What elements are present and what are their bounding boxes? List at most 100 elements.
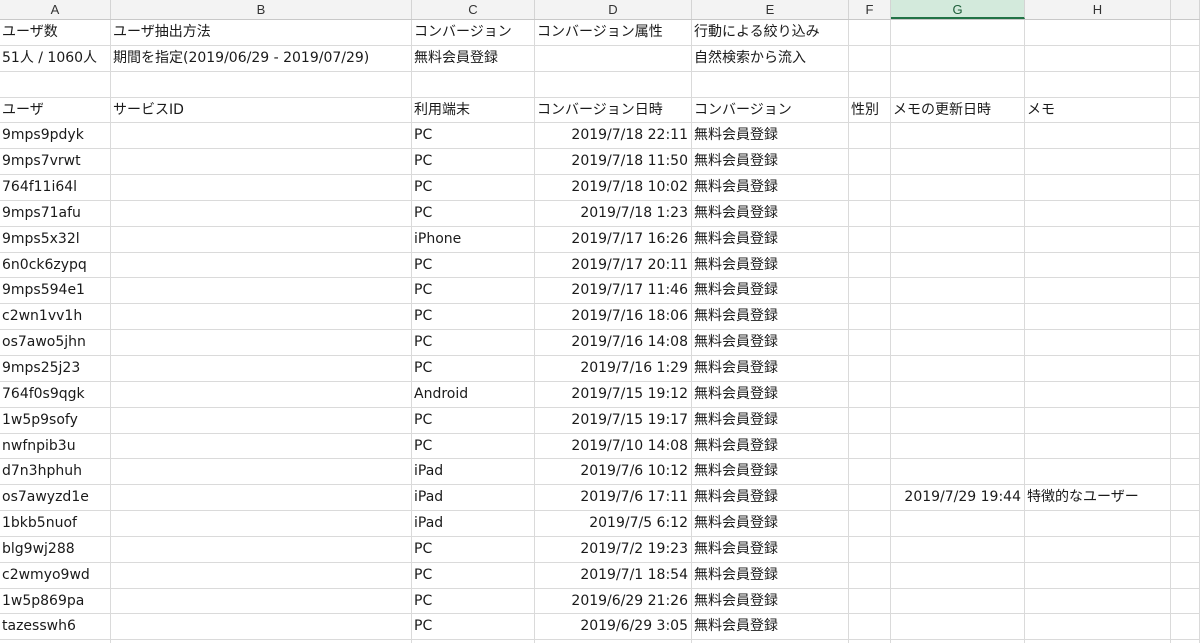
cell[interactable] bbox=[111, 459, 412, 486]
cell[interactable] bbox=[849, 511, 891, 537]
cell[interactable] bbox=[891, 278, 1025, 305]
column-header-e[interactable]: E bbox=[692, 0, 849, 19]
cell[interactable]: 無料会員登録 bbox=[412, 45, 535, 72]
cell[interactable]: 無料会員登録 bbox=[692, 175, 849, 201]
cell[interactable]: d7n3hphuh bbox=[0, 459, 111, 486]
cell[interactable] bbox=[1171, 511, 1200, 537]
cell[interactable] bbox=[1171, 123, 1200, 150]
cell[interactable] bbox=[111, 536, 412, 563]
cell[interactable]: 特徴的なユーザー bbox=[1025, 485, 1171, 512]
cell[interactable] bbox=[891, 562, 1025, 589]
cell[interactable]: 期間を指定(2019/06/29 - 2019/07/29) bbox=[111, 45, 412, 72]
cell[interactable] bbox=[1171, 381, 1200, 408]
cell[interactable] bbox=[891, 20, 1025, 46]
cell[interactable]: コンバージョン bbox=[692, 97, 849, 124]
cell[interactable]: 2019/7/29 19:44 bbox=[891, 485, 1025, 512]
cell[interactable]: 9mps25j23 bbox=[0, 355, 111, 382]
cell[interactable] bbox=[849, 485, 891, 512]
cell[interactable] bbox=[891, 511, 1025, 537]
cell[interactable]: 無料会員登録 bbox=[692, 614, 849, 641]
cell[interactable] bbox=[891, 433, 1025, 460]
cell[interactable]: 2019/7/17 20:11 bbox=[535, 252, 692, 279]
cell[interactable]: 無料会員登録 bbox=[692, 252, 849, 279]
cell[interactable]: 1w5p869pa bbox=[0, 588, 111, 615]
cell[interactable] bbox=[111, 381, 412, 408]
cell[interactable] bbox=[891, 407, 1025, 434]
cell[interactable] bbox=[1025, 304, 1171, 331]
cell[interactable] bbox=[1171, 97, 1200, 124]
cell[interactable] bbox=[1025, 588, 1171, 615]
cell[interactable]: 1w5p9sofy bbox=[0, 407, 111, 434]
cell[interactable] bbox=[849, 252, 891, 279]
cell[interactable]: PC bbox=[412, 588, 535, 615]
column-header-a[interactable]: A bbox=[0, 0, 111, 19]
cell[interactable]: 無料会員登録 bbox=[692, 226, 849, 253]
cell[interactable]: 無料会員登録 bbox=[692, 304, 849, 331]
column-header-d[interactable]: D bbox=[535, 0, 692, 19]
column-header-b[interactable]: B bbox=[111, 0, 412, 19]
cell[interactable] bbox=[1025, 175, 1171, 201]
cell[interactable]: 2019/7/10 14:08 bbox=[535, 433, 692, 460]
cell[interactable] bbox=[111, 433, 412, 460]
cell[interactable]: 2019/7/17 11:46 bbox=[535, 278, 692, 305]
cell[interactable] bbox=[1025, 562, 1171, 589]
cell[interactable] bbox=[1025, 278, 1171, 305]
cell[interactable] bbox=[1025, 407, 1171, 434]
column-header-g[interactable]: G bbox=[891, 0, 1025, 19]
cell[interactable]: 9mps594e1 bbox=[0, 278, 111, 305]
cell[interactable]: メモ bbox=[1025, 97, 1171, 124]
cell[interactable] bbox=[1171, 536, 1200, 563]
cell[interactable]: 2019/7/6 10:12 bbox=[535, 459, 692, 486]
cell[interactable]: PC bbox=[412, 304, 535, 331]
cell[interactable]: 9mps5x32l bbox=[0, 226, 111, 253]
cell[interactable]: PC bbox=[412, 330, 535, 356]
cell[interactable] bbox=[111, 511, 412, 537]
cell[interactable]: os7awyzd1e bbox=[0, 485, 111, 512]
cell[interactable] bbox=[849, 433, 891, 460]
cell[interactable] bbox=[849, 355, 891, 382]
cell[interactable] bbox=[1171, 562, 1200, 589]
cell[interactable]: 無料会員登録 bbox=[692, 200, 849, 227]
cell[interactable] bbox=[0, 71, 111, 98]
cell[interactable] bbox=[111, 330, 412, 356]
cell[interactable]: 2019/6/29 21:26 bbox=[535, 588, 692, 615]
cell[interactable]: nwfnpib3u bbox=[0, 433, 111, 460]
cell[interactable]: PC bbox=[412, 278, 535, 305]
cell[interactable] bbox=[849, 175, 891, 201]
cell[interactable]: 行動による絞り込み bbox=[692, 20, 849, 46]
cell[interactable] bbox=[1171, 20, 1200, 46]
cell[interactable] bbox=[1171, 71, 1200, 98]
cell[interactable] bbox=[1171, 614, 1200, 641]
cell[interactable] bbox=[1171, 485, 1200, 512]
cell[interactable] bbox=[1025, 20, 1171, 46]
cell[interactable] bbox=[891, 330, 1025, 356]
cell[interactable] bbox=[891, 355, 1025, 382]
cell[interactable]: blg9wj288 bbox=[0, 536, 111, 563]
cell[interactable] bbox=[849, 226, 891, 253]
cell[interactable] bbox=[535, 45, 692, 72]
cell[interactable] bbox=[1025, 252, 1171, 279]
cell[interactable]: 51人 / 1060人 bbox=[0, 45, 111, 72]
cell[interactable] bbox=[1025, 71, 1171, 98]
cell[interactable] bbox=[1025, 226, 1171, 253]
cell[interactable] bbox=[1171, 433, 1200, 460]
cell[interactable] bbox=[891, 149, 1025, 176]
cell[interactable]: 利用端末 bbox=[412, 97, 535, 124]
cell[interactable] bbox=[1025, 536, 1171, 563]
cell[interactable] bbox=[891, 304, 1025, 331]
cell[interactable]: 2019/7/15 19:17 bbox=[535, 407, 692, 434]
cell[interactable] bbox=[111, 304, 412, 331]
cell[interactable] bbox=[1171, 278, 1200, 305]
cell[interactable]: PC bbox=[412, 407, 535, 434]
cell[interactable]: PC bbox=[412, 123, 535, 150]
cell[interactable] bbox=[111, 200, 412, 227]
cell[interactable]: 2019/7/18 22:11 bbox=[535, 123, 692, 150]
cell[interactable]: 無料会員登録 bbox=[692, 536, 849, 563]
cell[interactable]: PC bbox=[412, 562, 535, 589]
cell[interactable] bbox=[111, 252, 412, 279]
cell[interactable] bbox=[1025, 330, 1171, 356]
cell[interactable]: ユーザ bbox=[0, 97, 111, 124]
cell[interactable]: ユーザ数 bbox=[0, 20, 111, 46]
cell[interactable] bbox=[111, 407, 412, 434]
cell[interactable]: 2019/7/18 11:50 bbox=[535, 149, 692, 176]
